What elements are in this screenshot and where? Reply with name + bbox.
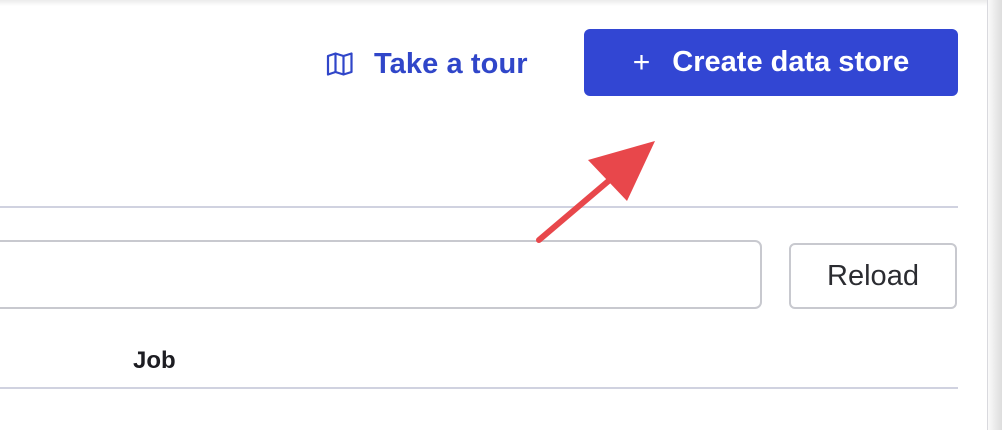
create-data-store-label: Create data store <box>672 46 910 78</box>
window-edge <box>987 0 1002 430</box>
take-a-tour-link[interactable]: Take a tour <box>326 44 528 84</box>
column-header-job: Job <box>133 347 176 374</box>
take-a-tour-label: Take a tour <box>374 47 528 80</box>
reload-button[interactable]: Reload <box>789 243 957 309</box>
create-data-store-button[interactable]: + Create data store <box>584 29 958 96</box>
search-input[interactable] <box>0 240 762 309</box>
page: Take a tour + Create data store Reload J… <box>0 0 1002 430</box>
section-divider <box>0 206 958 208</box>
top-shadow <box>0 0 987 6</box>
map-icon <box>326 51 356 77</box>
table-header-divider <box>0 387 958 389</box>
plus-icon: + <box>632 45 651 79</box>
